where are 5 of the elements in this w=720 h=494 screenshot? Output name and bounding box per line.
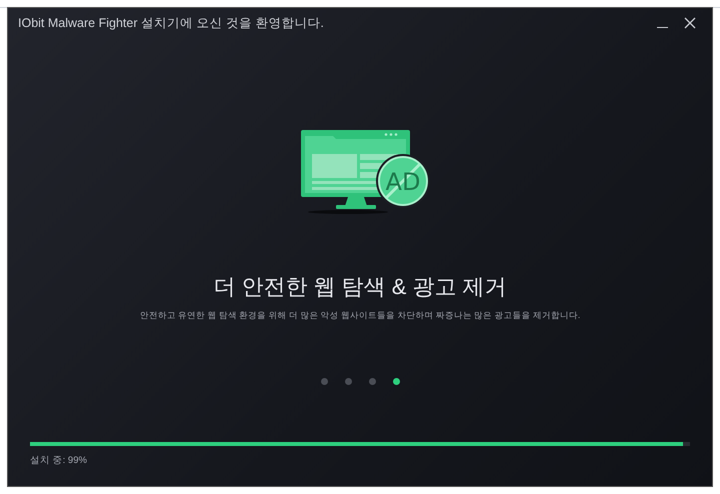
window-title: IObit Malware Fighter 설치기에 오신 것을 환영합니다. xyxy=(18,14,324,32)
feature-description: 안전하고 유연한 웹 탐색 환경을 위해 더 많은 악성 웹사이트들을 차단하며 짜증나는 많은 광고들을 제거합니다. xyxy=(140,309,580,322)
progress-status: 설치 중: 99% xyxy=(30,454,88,468)
feature-heading: 더 안전한 웹 탐색 & 광고 제거 xyxy=(213,273,507,301)
close-icon xyxy=(684,17,696,29)
